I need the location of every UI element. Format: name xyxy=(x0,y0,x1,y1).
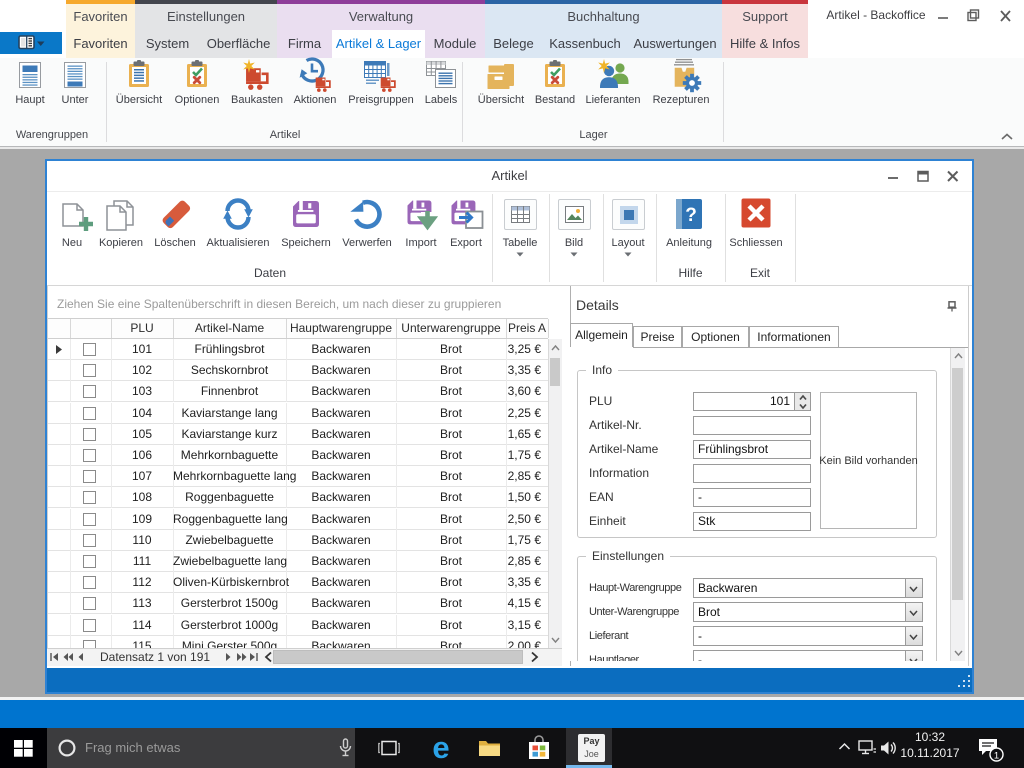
svg-text:?: ? xyxy=(685,205,697,226)
svg-text:1: 1 xyxy=(994,751,999,762)
